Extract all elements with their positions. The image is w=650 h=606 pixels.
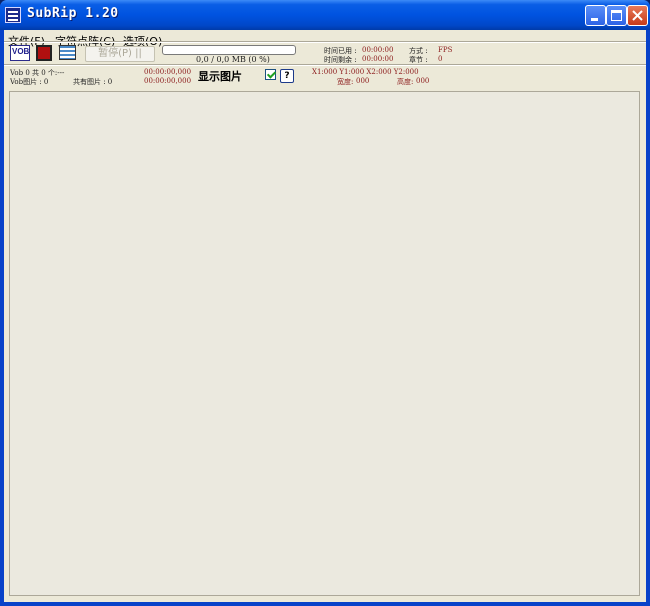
- mode-value: FPS: [438, 46, 453, 54]
- time-elapsed-value: 00:00:00: [362, 46, 394, 54]
- width-value: 000: [356, 77, 370, 85]
- close-button[interactable]: [627, 5, 648, 26]
- vob-images: Vob图片 : 0: [10, 78, 49, 86]
- toolbar-separator: [4, 64, 646, 66]
- show-image-checkbox[interactable]: [265, 69, 276, 80]
- app-icon[interactable]: [5, 7, 21, 23]
- window-title: SubRip 1.20: [27, 6, 119, 21]
- width-label: 宽度:: [337, 78, 354, 86]
- height-label: 高度:: [397, 78, 414, 86]
- client-area: 文件(F) 字符点阵(C) 选项(O) VOB 暂停(P) || 0,0 / 0…: [4, 30, 646, 602]
- image-preview-panel[interactable]: [9, 91, 640, 596]
- total-images: 共有图片 : 0: [73, 78, 113, 86]
- menu-separator: [4, 41, 646, 43]
- minimize-button[interactable]: [585, 5, 606, 26]
- chapter-value: 0: [438, 55, 443, 63]
- close-icon: [632, 10, 643, 21]
- height-value: 000: [416, 77, 430, 85]
- help-button[interactable]: ?: [280, 69, 294, 83]
- maximize-button[interactable]: [606, 5, 627, 26]
- minimize-icon: [591, 18, 598, 21]
- app-window: SubRip 1.20 文件(F) 字符点阵(C) 选项(O) VOB 暂停(P…: [0, 0, 650, 606]
- title-bar[interactable]: SubRip 1.20: [0, 0, 650, 30]
- progress-bar: [162, 45, 296, 55]
- time-remaining-value: 00:00:00: [362, 55, 394, 63]
- end-time: 00:00:00,000: [144, 77, 192, 85]
- pause-button[interactable]: 暂停(P) ||: [85, 46, 155, 62]
- show-image-label: 显示图片: [198, 70, 242, 83]
- film-strip-icon[interactable]: [36, 45, 52, 61]
- open-vob-icon[interactable]: VOB: [10, 45, 30, 61]
- progress-text: 0,0 / 0,0 MB (0 %): [196, 55, 270, 64]
- start-time: 00:00:00,000: [144, 68, 192, 76]
- maximize-icon: [611, 10, 622, 21]
- coordinates: X1:000 Y1:000 X2:000 Y2:000: [312, 68, 419, 76]
- image-list-icon[interactable]: [59, 45, 76, 60]
